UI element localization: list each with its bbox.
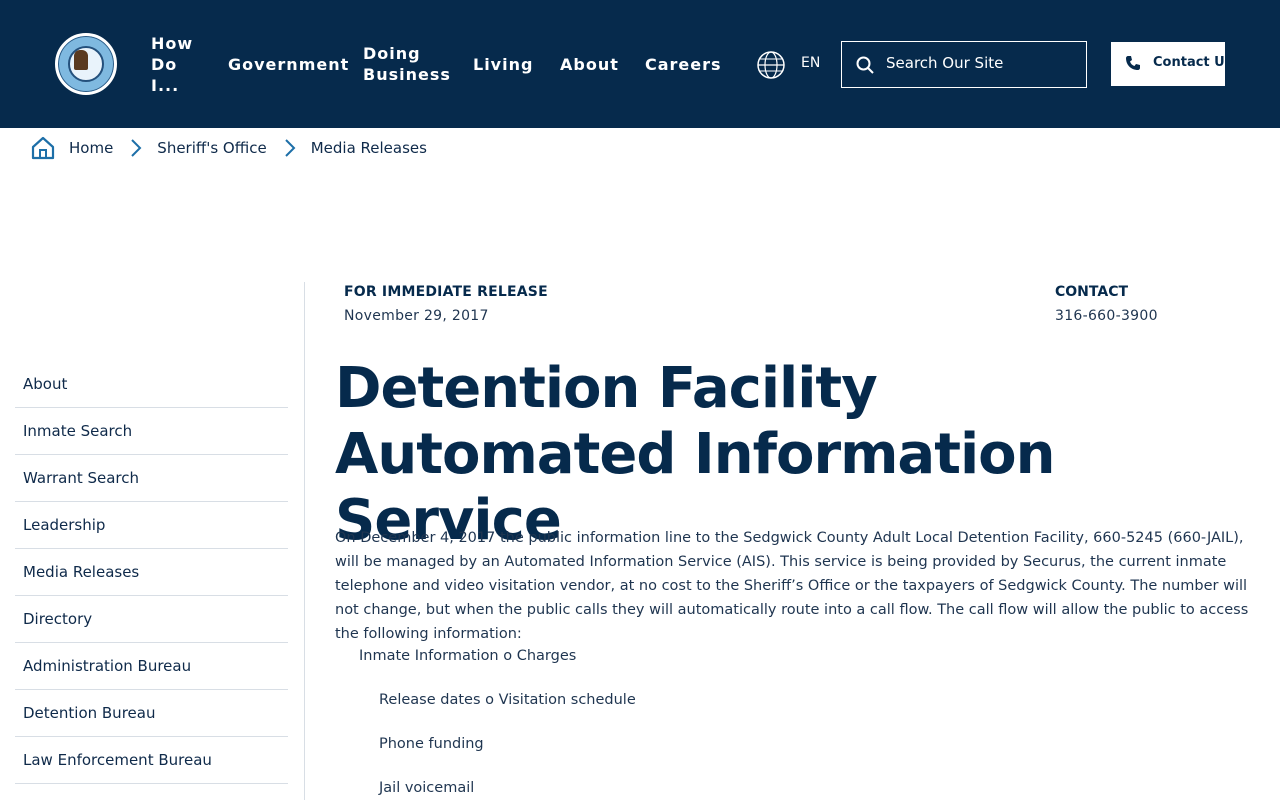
chevron-right-icon xyxy=(285,139,296,157)
globe-icon[interactable] xyxy=(756,50,786,80)
sidebar-item-about[interactable]: About xyxy=(15,361,288,408)
breadcrumb-media-releases[interactable]: Media Releases xyxy=(311,139,427,157)
release-date: November 29, 2017 xyxy=(344,308,489,324)
contact-us-label: Contact Us xyxy=(1153,55,1233,70)
list-item: Jail voicemail xyxy=(379,780,475,796)
county-seal-logo[interactable] xyxy=(55,33,117,95)
seal-bird-icon xyxy=(74,50,88,70)
page-title: Detention Facility Automated Information… xyxy=(335,356,1056,553)
nav-about[interactable]: About xyxy=(560,0,619,128)
contact-phone[interactable]: 316-660-3900 xyxy=(1055,308,1158,324)
sidebar-item-law-enforcement-bureau[interactable]: Law Enforcement Bureau xyxy=(15,737,288,784)
nav-careers[interactable]: Careers xyxy=(645,0,722,128)
sidebar-item-media-releases[interactable]: Media Releases xyxy=(15,549,288,596)
breadcrumb: Home Sheriff's Office Media Releases xyxy=(30,135,427,161)
list-item: Phone funding xyxy=(379,736,484,752)
list-item: Inmate Information o Charges xyxy=(359,648,577,664)
home-icon[interactable] xyxy=(30,135,56,161)
nav-government[interactable]: Government xyxy=(228,0,349,128)
chevron-right-icon xyxy=(131,139,142,157)
contact-us-button[interactable]: Contact Us xyxy=(1111,42,1232,86)
release-body: On December 4, 2017 the public informati… xyxy=(335,530,1249,642)
nav-how-do-i[interactable]: How Do I... xyxy=(151,0,192,128)
sidebar-item-inmate-search[interactable]: Inmate Search xyxy=(15,408,288,455)
phone-icon xyxy=(1126,56,1140,70)
breadcrumb-home[interactable]: Home xyxy=(69,139,113,157)
search-input[interactable]: Search Our Site xyxy=(886,54,1003,72)
site-search[interactable]: Search Our Site xyxy=(841,41,1087,88)
contact-label: CONTACT xyxy=(1055,284,1129,300)
sidebar-item-administration-bureau[interactable]: Administration Bureau xyxy=(15,643,288,690)
search-icon xyxy=(856,56,874,74)
sidebar-divider xyxy=(304,282,305,800)
nav-living[interactable]: Living xyxy=(473,0,533,128)
release-label: FOR IMMEDIATE RELEASE xyxy=(344,284,548,300)
sidebar-nav: About Inmate Search Warrant Search Leade… xyxy=(15,361,288,784)
sidebar-item-leadership[interactable]: Leadership xyxy=(15,502,288,549)
sidebar-item-directory[interactable]: Directory xyxy=(15,596,288,643)
sidebar-item-detention-bureau[interactable]: Detention Bureau xyxy=(15,690,288,737)
language-selector[interactable]: EN xyxy=(801,55,820,71)
list-item: Release dates o Visitation schedule xyxy=(379,692,636,708)
breadcrumb-sheriffs-office[interactable]: Sheriff's Office xyxy=(157,139,266,157)
sidebar-item-warrant-search[interactable]: Warrant Search xyxy=(15,455,288,502)
site-header: How Do I... Government Doing Business Li… xyxy=(0,0,1280,128)
nav-doing-business[interactable]: Doing Business xyxy=(363,0,450,128)
